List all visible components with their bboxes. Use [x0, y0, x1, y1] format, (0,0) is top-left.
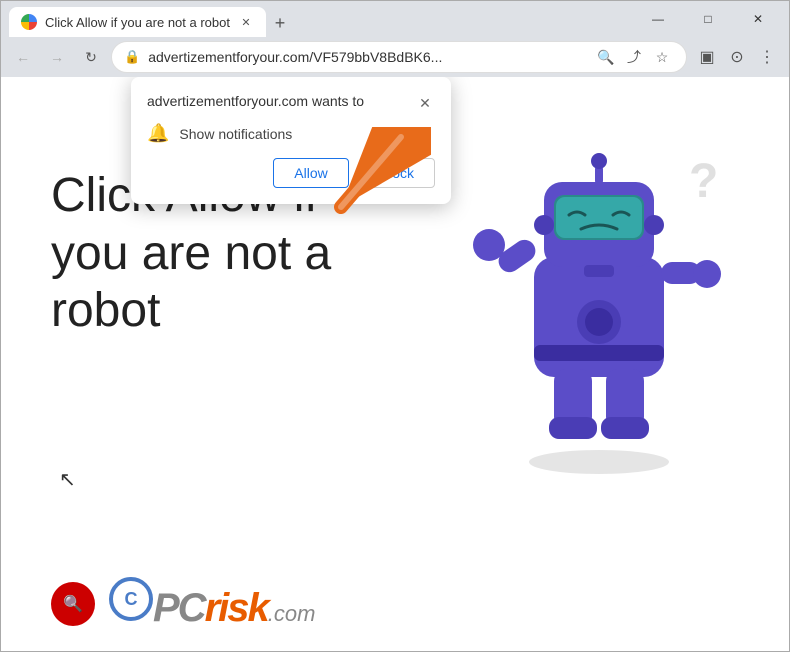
tab-favicon: [21, 14, 37, 30]
toolbar-icons: ▣ ⊙ ⋮: [693, 43, 781, 71]
title-bar: Click Allow if you are not a robot ✕ + —…: [1, 1, 789, 37]
cursor-pointer: ↖: [59, 467, 76, 492]
tab-close-button[interactable]: ✕: [238, 14, 254, 30]
refresh-button[interactable]: ↻: [77, 43, 105, 71]
robot-illustration: ?: [469, 97, 729, 477]
url-text: advertizementforyour.com/VF579bbV8BdBK6.…: [148, 49, 586, 65]
url-icons: 🔍 ⤴ ☆: [594, 45, 674, 69]
back-button[interactable]: ←: [9, 43, 37, 71]
search-icon-btn[interactable]: 🔍: [594, 45, 618, 69]
minimize-button[interactable]: —: [635, 3, 681, 35]
new-tab-button[interactable]: +: [266, 9, 294, 37]
bookmark-icon-btn[interactable]: ☆: [650, 45, 674, 69]
pcrisk-logo: 🔍 C PC risk .com: [51, 577, 315, 631]
popup-title: advertizementforyour.com wants to: [147, 93, 364, 109]
maximize-button[interactable]: □: [685, 3, 731, 35]
tab-area: Click Allow if you are not a robot ✕ +: [9, 1, 623, 37]
notification-label: Show notifications: [179, 126, 292, 142]
popup-close-button[interactable]: ✕: [415, 93, 435, 113]
address-bar: ← → ↻ 🔒 advertizementforyour.com/VF579bb…: [1, 37, 789, 77]
browser-content: Click Allow if you are not a robot: [1, 77, 789, 651]
pointing-arrow: [311, 127, 431, 227]
url-bar[interactable]: 🔒 advertizementforyour.com/VF579bbV8BdBK…: [111, 41, 687, 73]
bell-icon: 🔔: [147, 123, 169, 144]
forward-button[interactable]: →: [43, 43, 71, 71]
extensions-button[interactable]: ▣: [693, 43, 721, 71]
tab-label: Click Allow if you are not a robot: [45, 15, 230, 30]
profile-button[interactable]: ⊙: [723, 43, 751, 71]
pcrisk-badge-icon: 🔍: [51, 582, 95, 626]
pcrisk-c-logo: C: [109, 577, 153, 621]
pcrisk-risk-text: risk: [205, 586, 268, 631]
lock-icon: 🔒: [124, 49, 140, 65]
active-tab[interactable]: Click Allow if you are not a robot ✕: [9, 7, 266, 37]
pcrisk-pc-text: PC: [153, 586, 205, 631]
popup-header: advertizementforyour.com wants to ✕: [147, 93, 435, 113]
share-icon-btn[interactable]: ⤴: [622, 45, 646, 69]
svg-text:C: C: [125, 589, 138, 609]
pcrisk-dotcom-text: .com: [268, 601, 316, 627]
svg-text:?: ?: [689, 155, 718, 208]
arrow-container: [311, 127, 431, 232]
window-controls: — □ ✕: [627, 3, 781, 35]
close-button[interactable]: ✕: [735, 3, 781, 35]
menu-button[interactable]: ⋮: [753, 43, 781, 71]
